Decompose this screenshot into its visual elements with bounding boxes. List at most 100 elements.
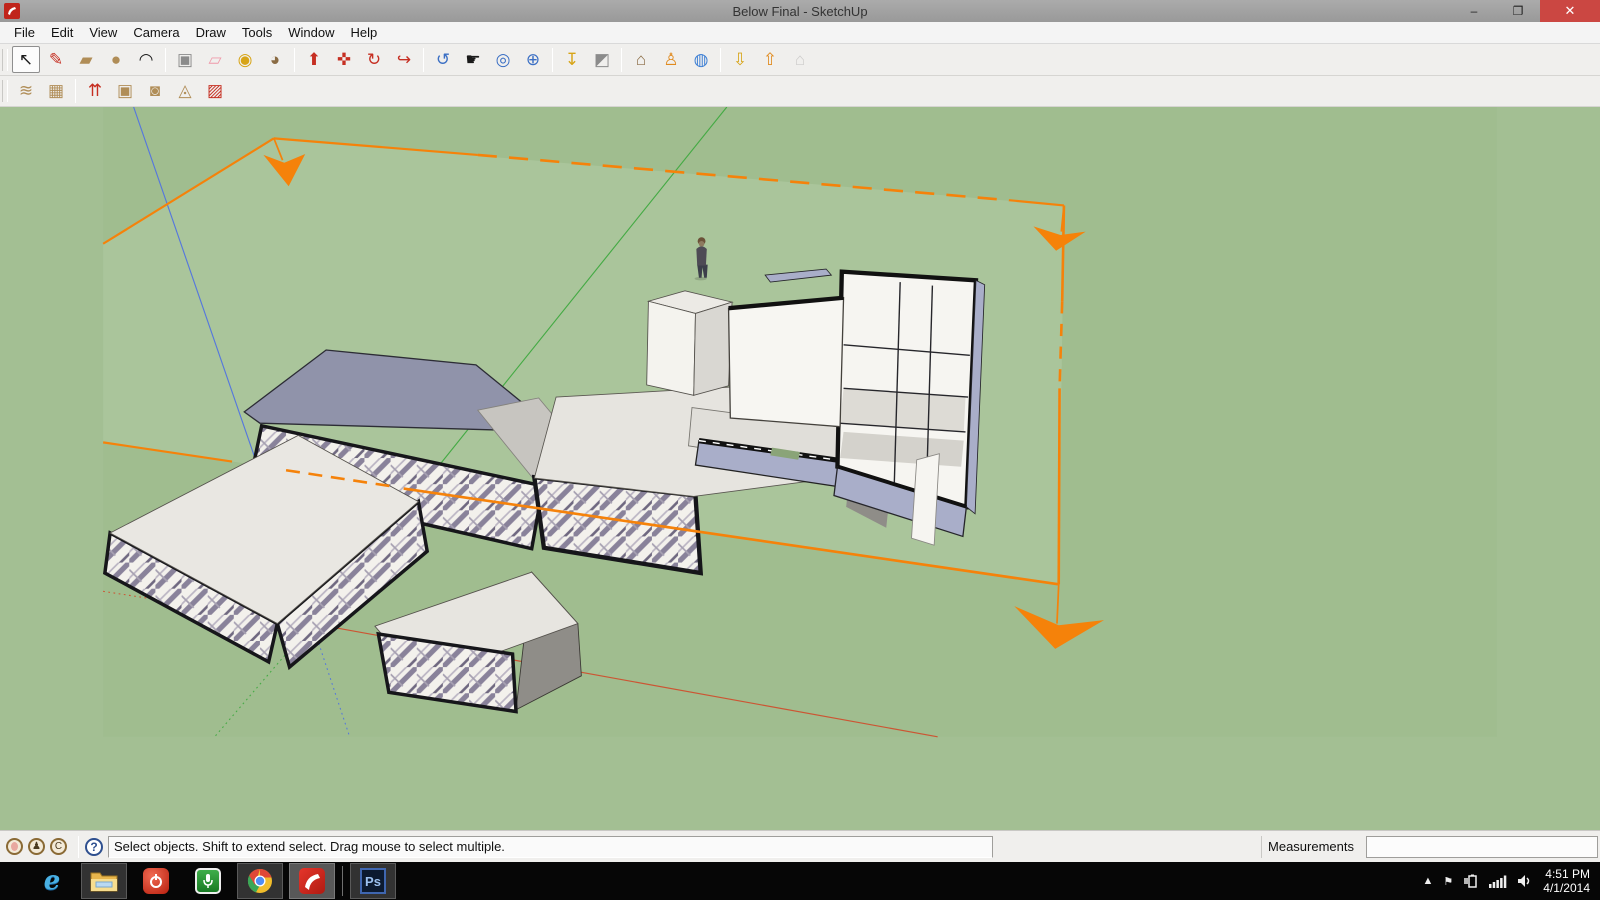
photo-textures-button[interactable]: ⌂ (627, 46, 655, 73)
action-center-flag-icon[interactable]: ⚑ (1443, 875, 1453, 888)
tray-date: 4/1/2014 (1543, 881, 1590, 895)
taskbar-clock[interactable]: 4:51 PM 4/1/2014 (1543, 867, 1590, 895)
toggle-terrain-button[interactable]: ◩ (588, 46, 616, 73)
menu-file[interactable]: File (6, 22, 43, 44)
make-component-button[interactable]: ▣ (171, 46, 199, 73)
push-pull-button[interactable]: ⬆ (300, 46, 328, 73)
taskbar-file-explorer[interactable] (81, 863, 127, 899)
title-bar[interactable]: Below Final - SketchUp – ❐ ✕ (0, 0, 1600, 22)
eraser-icon: ▱ (208, 49, 222, 69)
toolbar-separator (165, 47, 166, 72)
from-scratch-button[interactable]: ▦ (42, 78, 70, 105)
minimize-button[interactable]: – (1452, 0, 1496, 22)
flip-edge-icon: ▨ (206, 81, 224, 100)
move-tool-button[interactable]: ✜ (330, 46, 358, 73)
zoom-extents-button[interactable]: ⊕ (519, 46, 547, 73)
power-battery-icon[interactable] (1463, 874, 1479, 888)
rotate-icon: ↻ (366, 49, 382, 69)
drape-icon: ◙ (149, 81, 161, 100)
google-earth-button[interactable]: ◍ (687, 46, 715, 73)
menu-view[interactable]: View (81, 22, 125, 44)
pan-icon: ☛ (465, 49, 481, 69)
extension-warehouse-button[interactable]: ⌂ (786, 46, 814, 73)
push-pull-icon: ⬆ (306, 49, 322, 69)
share-model-button[interactable]: ⇧ (756, 46, 784, 73)
extension-warehouse-icon: ⌂ (794, 49, 806, 69)
paint-bucket-button[interactable]: ◕ (261, 46, 289, 73)
menu-edit[interactable]: Edit (43, 22, 81, 44)
zoom-tool-button[interactable]: ◎ (489, 46, 517, 73)
statusbar-separator (78, 835, 79, 858)
credit-icon[interactable]: ♟ (28, 838, 45, 855)
arc-icon: ◠ (138, 49, 154, 69)
menu-draw[interactable]: Draw (188, 22, 234, 44)
line-tool-button[interactable]: ✎ (42, 46, 70, 73)
position-camera-button[interactable]: ♙ (657, 46, 685, 73)
select-tool-button[interactable]: ↖ (12, 46, 40, 73)
zoom-extents-icon: ⊕ (525, 49, 541, 69)
file-explorer-icon (90, 872, 118, 892)
get-models-icon: ⇩ (732, 49, 748, 69)
restore-button[interactable]: ❐ (1496, 0, 1540, 22)
geolocation-icon[interactable] (6, 838, 23, 855)
drape-button[interactable]: ◙ (141, 78, 169, 105)
cube-side[interactable] (693, 301, 733, 396)
taskbar-power-app[interactable] (133, 863, 179, 899)
close-button[interactable]: ✕ (1540, 0, 1600, 22)
menu-window[interactable]: Window (280, 22, 342, 44)
power-icon (143, 868, 169, 894)
tape-measure-button[interactable]: ◉ (231, 46, 259, 73)
microphone-icon (195, 868, 221, 894)
select-icon: ↖ (18, 49, 34, 69)
flip-edge-button[interactable]: ▨ (201, 78, 229, 105)
help-icon[interactable]: ? (85, 837, 103, 856)
orbit-icon: ↺ (435, 49, 451, 69)
network-signal-icon[interactable] (1489, 875, 1507, 888)
cube-front[interactable] (646, 300, 696, 396)
status-tip-text: Select objects. Shift to extend select. … (108, 835, 993, 858)
menu-help[interactable]: Help (343, 22, 386, 44)
menu-tools[interactable]: Tools (234, 22, 280, 44)
pan-tool-button[interactable]: ☛ (459, 46, 487, 73)
get-models-button[interactable]: ⇩ (726, 46, 754, 73)
zoom-icon: ◎ (495, 49, 511, 69)
add-location-button[interactable]: ↧ (558, 46, 586, 73)
google-earth-icon: ◍ (693, 49, 709, 69)
tape-measure-icon: ◉ (237, 49, 253, 69)
rectangle-tool-button[interactable]: ▰ (72, 46, 100, 73)
smoove-button[interactable]: ⇈ (81, 78, 109, 105)
status-bar: ♟ C ? Select objects. Shift to extend se… (0, 830, 1600, 862)
taskbar-internet-explorer[interactable]: e (29, 863, 75, 899)
add-detail-button[interactable]: ◬ (171, 78, 199, 105)
taskbar-chrome[interactable] (237, 863, 283, 899)
toolbar-drag-handle[interactable] (2, 80, 8, 102)
menu-camera[interactable]: Camera (125, 22, 187, 44)
taskbar-microphone-app[interactable] (185, 863, 231, 899)
volume-speaker-icon[interactable] (1517, 874, 1533, 888)
toolbar-separator (621, 47, 622, 72)
chrome-icon (247, 868, 272, 893)
toolbar-separator (720, 47, 721, 72)
toolbar-sandbox: ≋ ▦ ⇈ ▣ ◙ ◬ ▨ (0, 76, 1600, 107)
photo-textures-icon: ⌂ (635, 49, 647, 69)
orbit-tool-button[interactable]: ↺ (429, 46, 457, 73)
stamp-button[interactable]: ▣ (111, 78, 139, 105)
from-contours-button[interactable]: ≋ (12, 78, 40, 105)
rotate-tool-button[interactable]: ↻ (360, 46, 388, 73)
model-viewport[interactable] (0, 107, 1600, 830)
from-contours-icon: ≋ (18, 81, 34, 100)
show-hidden-icons[interactable]: ▲ (1423, 875, 1434, 887)
circle-tool-button[interactable]: ● (102, 46, 130, 73)
offset-tool-button[interactable]: ↪ (390, 46, 418, 73)
taskbar-photoshop[interactable]: Ps (350, 863, 396, 899)
arc-tool-button[interactable]: ◠ (132, 46, 160, 73)
measurements-input[interactable] (1366, 835, 1598, 858)
viewport-canvas[interactable] (0, 107, 1600, 830)
eraser-tool-button[interactable]: ▱ (201, 46, 229, 73)
copyright-icon[interactable]: C (50, 838, 67, 855)
taskbar-sketchup[interactable] (289, 863, 335, 899)
mid-volume-front[interactable] (727, 297, 845, 428)
toolbar-separator (75, 79, 76, 103)
toolbar-drag-handle[interactable] (2, 48, 8, 71)
add-location-icon: ↧ (564, 49, 580, 69)
